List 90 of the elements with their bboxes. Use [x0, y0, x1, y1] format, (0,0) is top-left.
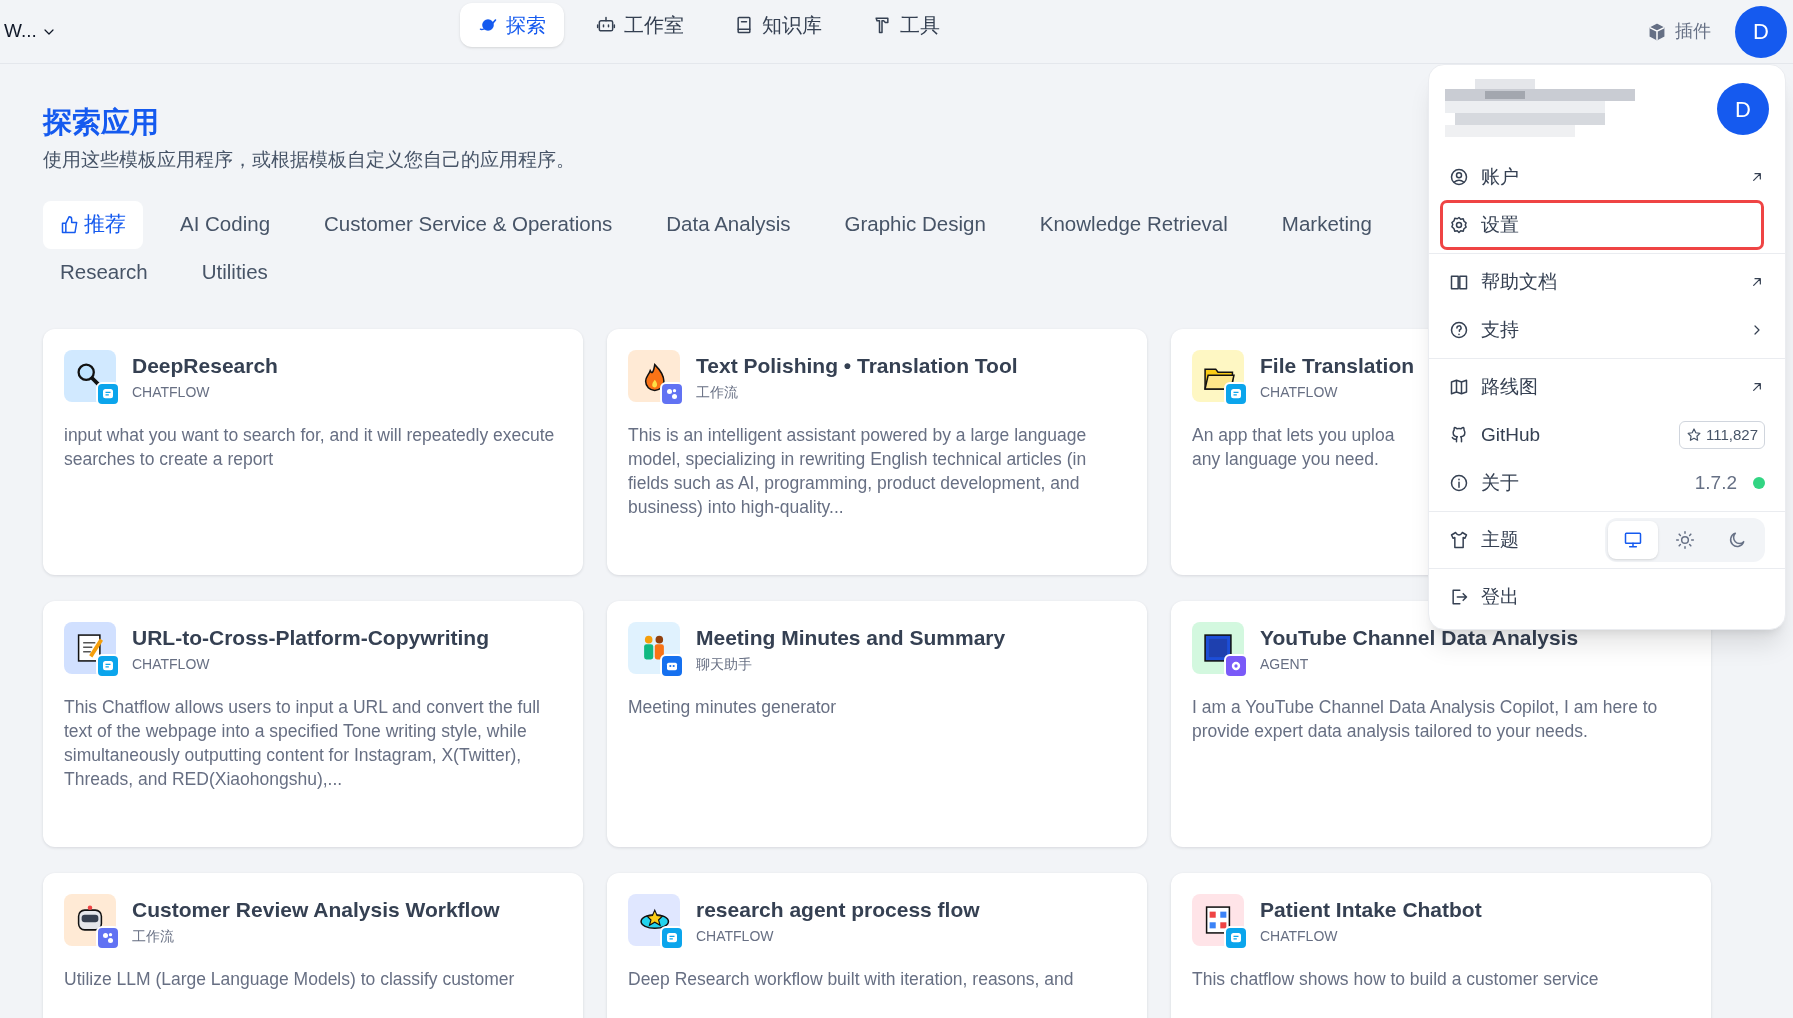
- category-tab[interactable]: Graphic Design: [827, 200, 1003, 249]
- app-description: This is an intelligent assistant powered by a large language model, specializing in rewriting English technical articles (in fields such as AI, programming, product development, and business) into high-quality...: [628, 423, 1088, 519]
- app-name: research agent process flow: [696, 896, 980, 923]
- theme-option[interactable]: [1608, 521, 1658, 559]
- app-description: input what you want to search for, and it will repeatedly execute searches to create a report: [64, 423, 556, 471]
- nav-tab[interactable]: 工具: [854, 3, 958, 47]
- app-type: 工作流: [132, 926, 175, 946]
- category-tab[interactable]: Utilities: [184, 248, 285, 297]
- menu-item[interactable]: 支持: [1441, 306, 1773, 354]
- avatar[interactable]: D: [1735, 5, 1787, 58]
- app-description: Meeting minutes generator: [628, 695, 837, 719]
- app-card[interactable]: Patient Intake Chatbot CHATFLOW This chatflow shows how to build a customer service: [1171, 872, 1711, 1018]
- app-type: CHATFLOW: [1260, 382, 1339, 402]
- app-name: URL-to-Cross-Platform-Copywriting: [132, 624, 489, 651]
- page-subtitle: 使用这些模板应用程序，或根据模板自定义您自己的应用程序。: [43, 148, 575, 172]
- app-name: Customer Review Analysis Workflow: [132, 896, 500, 923]
- app-name: Text Polishing • Translation Tool: [696, 352, 1018, 379]
- app-type: CHATFLOW: [132, 382, 211, 402]
- app-name: DeepResearch: [132, 352, 278, 379]
- github-icon: [1449, 425, 1469, 445]
- nodes-icon: [96, 925, 120, 950]
- monitor-icon: [1623, 530, 1643, 550]
- app-name: YouTube Channel Data Analysis: [1260, 624, 1579, 651]
- settings-icon: [1449, 215, 1469, 235]
- app-type: 聊天助手: [696, 654, 753, 674]
- app-card[interactable]: [43, 600, 583, 847]
- app-card[interactable]: Customer Review Analysis Workflow 工作流 Utilize LLM (Large Language Models) to classify customer: [43, 872, 583, 1018]
- app-type: CHATFLOW: [696, 926, 775, 946]
- category-tab[interactable]: Knowledge Retrieval: [1022, 200, 1245, 249]
- menu-item[interactable]: 设置: [1441, 201, 1763, 249]
- star-icon: [1686, 427, 1702, 443]
- avatar: D: [1717, 83, 1769, 135]
- workspace-selector[interactable]: W...: [4, 17, 57, 46]
- app-type: 工作流: [696, 382, 739, 402]
- app-description: This Chatflow allows users to input a URL and convert the full text of the webpage into a specified Tone writing style, while simultaneously outputting content for Instagram, X(Twitter), Threads, and RED(Xiaohongshu),...: [64, 695, 541, 791]
- book-icon: [734, 15, 754, 35]
- app-description: An app that lets you uploa any language you need.: [1192, 423, 1395, 471]
- app-description: This chatflow shows how to build a customer service: [1192, 967, 1599, 991]
- app-card[interactable]: [607, 328, 1147, 575]
- menu-item[interactable]: 路线图: [1441, 363, 1773, 411]
- book-icon: [1449, 272, 1469, 292]
- gear-icon: [1224, 653, 1248, 678]
- page-title: 探索应用: [43, 105, 159, 140]
- nodes-icon: [660, 381, 684, 406]
- help-icon: [1449, 320, 1469, 340]
- app-type: CHATFLOW: [132, 654, 211, 674]
- app-card[interactable]: research agent process flow CHATFLOW Deep Research workflow built with iteration, reasons, and: [607, 872, 1147, 1018]
- chat-bubble-icon: [96, 381, 120, 406]
- info-icon: [1449, 473, 1469, 493]
- chat-bubble-icon: [1224, 381, 1248, 406]
- category-tab[interactable]: AI Coding: [163, 200, 288, 249]
- category-tab[interactable]: Customer Service & Operations: [307, 200, 630, 249]
- app-description: Deep Research workflow built with iteration, reasons, and: [628, 967, 1074, 991]
- robot-icon: [596, 15, 616, 35]
- sun-icon: [1675, 530, 1695, 550]
- app-card[interactable]: Meeting Minutes and Summary 聊天助手 Meeting minutes generator: [607, 600, 1147, 847]
- app-name: File Translation: [1260, 352, 1415, 379]
- version-number: 1.7.2: [1694, 470, 1737, 495]
- app-name: Patient Intake Chatbot: [1260, 896, 1482, 923]
- plugins-link[interactable]: 插件: [1647, 18, 1711, 45]
- shirt-icon: [1449, 530, 1469, 550]
- app-card[interactable]: DeepResearch CHATFLOW input what you want to search for, and it will repeatedly execute searches to create a report: [43, 328, 583, 575]
- menu-item[interactable]: 账户: [1441, 153, 1773, 201]
- nav-tab[interactable]: 知识库: [716, 3, 840, 47]
- category-tab[interactable]: Research: [43, 248, 165, 297]
- cube-icon: [1647, 21, 1667, 42]
- chat-bubble-icon: [96, 653, 120, 678]
- nav-tab[interactable]: 探索: [460, 3, 564, 47]
- category-tab[interactable]: 推荐: [43, 200, 143, 249]
- nav-tab[interactable]: 工作室: [578, 3, 702, 47]
- moon-icon: [1727, 530, 1747, 550]
- chat-bubble-icon: [660, 925, 684, 950]
- app-type: AGENT: [1260, 654, 1310, 674]
- app-description: I am a YouTube Channel Data Analysis Copilot, I am here to provide expert data analysis tailored to your needs.: [1192, 695, 1659, 743]
- star-count-badge: 111,827: [1679, 421, 1765, 449]
- category-tab[interactable]: Marketing: [1264, 200, 1389, 249]
- menu-item[interactable]: 帮助文档: [1441, 258, 1773, 306]
- map-icon: [1449, 377, 1469, 397]
- menu-item[interactable]: GitHub 111,827: [1441, 411, 1773, 459]
- robot-icon: [660, 653, 684, 678]
- menu-item[interactable]: 关于 1.7.2: [1441, 459, 1773, 507]
- logout-icon: [1449, 587, 1469, 607]
- chat-bubble-icon: [1224, 925, 1248, 950]
- menu-item[interactable]: 主题: [1441, 516, 1773, 564]
- category-tab[interactable]: Data Analysis: [649, 200, 808, 249]
- app-name: Meeting Minutes and Summary: [696, 624, 1006, 651]
- app-description: Utilize LLM (Large Language Models) to classify customer: [64, 967, 515, 991]
- user-icon: [1449, 167, 1469, 187]
- app-type: CHATFLOW: [1260, 926, 1339, 946]
- thumbs-up-icon: [60, 214, 80, 235]
